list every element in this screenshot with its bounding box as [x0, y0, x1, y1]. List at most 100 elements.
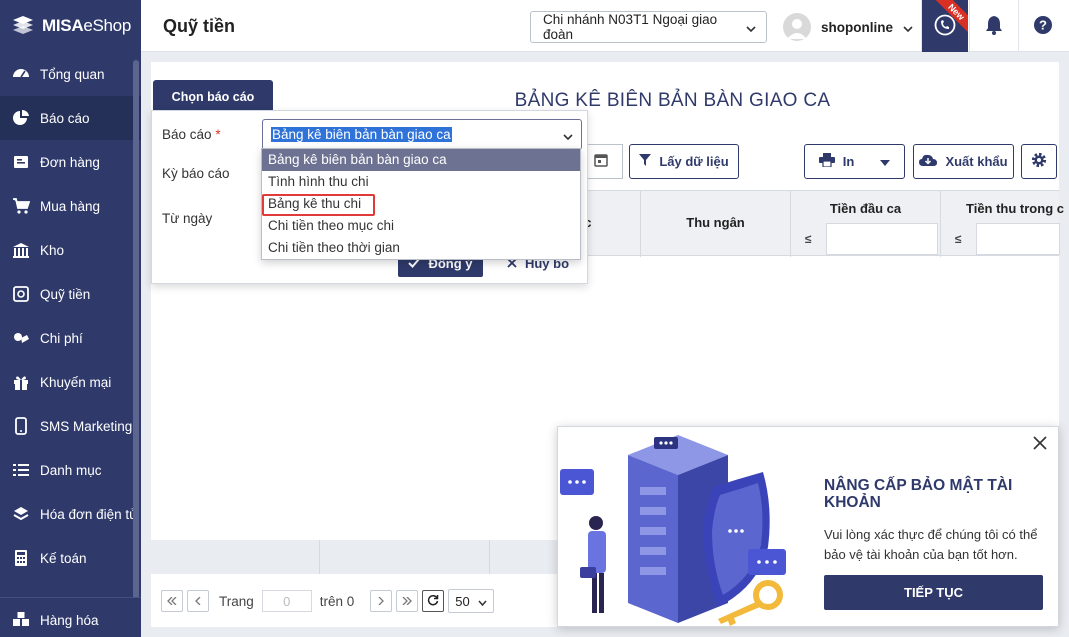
export-label: Xuất khẩu: [945, 154, 1008, 169]
sidebar-item-label: Tổng quan: [40, 66, 105, 82]
sidebar-item-danh-muc[interactable]: Danh mục: [0, 448, 141, 492]
column-collected[interactable]: Tiền thu trong c ≤: [940, 191, 1064, 257]
calculator-icon: [12, 549, 30, 567]
page-size-select[interactable]: 50: [448, 589, 495, 613]
refresh-icon: [427, 594, 439, 609]
chevron-down-icon: [746, 20, 756, 35]
sidebar-scrollbar[interactable]: [133, 60, 139, 600]
security-upgrade-popup: NÂNG CẤP BẢO MẬT TÀI KHOẢN Vui lòng xác …: [557, 426, 1059, 627]
sidebar-item-label: SMS Marketing: [40, 418, 133, 434]
invoice-icon: [12, 505, 30, 523]
sidebar-item-kho[interactable]: Kho: [0, 228, 141, 272]
sidebar-item-hang-hoa[interactable]: Hàng hóa: [0, 598, 141, 637]
page-input[interactable]: 0: [261, 590, 312, 612]
next-page-button[interactable]: [370, 590, 393, 612]
branch-select[interactable]: Chi nhánh N03T1 Ngoại giao đoàn: [530, 11, 767, 43]
sidebar-item-khuyen-mai[interactable]: Khuyến mại: [0, 360, 141, 404]
column-label: Tiền thu trong c: [966, 201, 1064, 216]
filter-input[interactable]: [976, 223, 1060, 255]
filter-operator[interactable]: ≤: [791, 223, 825, 255]
sidebar-nav: Tổng quan Báo cáo Đơn hàng Mua hàng Kho Quỹ t…: [0, 52, 141, 592]
divider: [969, 0, 970, 52]
fetch-data-label: Lấy dữ liệu: [659, 154, 729, 169]
double-chevron-left-icon: [167, 594, 177, 608]
divider: [1018, 0, 1019, 52]
pie-chart-icon: [12, 109, 30, 127]
fetch-data-button[interactable]: Lấy dữ liệu: [629, 144, 739, 179]
sidebar-item-mua-hang[interactable]: Mua hàng: [0, 184, 141, 228]
top-header: Quỹ tiền Chi nhánh N03T1 Ngoại giao đoàn…: [141, 0, 1069, 52]
report-select[interactable]: Bảng kê biên bản bàn giao ca: [262, 119, 582, 150]
svg-text:?: ?: [1039, 17, 1047, 32]
report-option[interactable]: Bảng kê biên bản bàn giao ca: [262, 149, 580, 171]
sidebar-item-label: Đơn hàng: [40, 154, 100, 170]
printer-icon: [818, 153, 835, 170]
chevron-right-icon: [378, 594, 385, 608]
sidebar-item-label: Danh mục: [40, 462, 102, 478]
filter-input[interactable]: [826, 223, 938, 255]
gift-icon: [12, 373, 30, 391]
avatar: [783, 13, 811, 41]
chevron-down-icon: [478, 594, 487, 609]
refresh-button[interactable]: [422, 590, 445, 612]
branch-value: Chi nhánh N03T1 Ngoại giao đoàn: [543, 12, 718, 42]
help-icon: ?: [1033, 15, 1053, 38]
export-button[interactable]: Xuất khẩu: [913, 144, 1014, 179]
popup-message: Vui lòng xác thực để chúng tôi có thể bả…: [824, 527, 1038, 562]
sidebar-item-don-hang[interactable]: Đơn hàng: [0, 140, 141, 184]
report-option[interactable]: Chi tiền theo thời gian: [262, 237, 580, 259]
report-title: BẢNG KÊ BIÊN BẢN BÀN GIAO CA: [514, 90, 831, 111]
sidebar-item-label: Quỹ tiền: [40, 286, 91, 302]
highlight-box: [262, 194, 375, 216]
sidebar-bottom: Hàng hóa: [0, 597, 141, 637]
filter-operator[interactable]: ≤: [941, 223, 975, 255]
chevron-left-icon: [195, 594, 201, 608]
app-name: MISAeShop: [42, 16, 131, 35]
divider: [319, 540, 320, 574]
notifications-button[interactable]: [971, 0, 1017, 52]
double-chevron-right-icon: [402, 594, 413, 608]
close-popup-button[interactable]: [1032, 435, 1050, 453]
close-icon: [1032, 436, 1048, 454]
last-page-button[interactable]: [396, 590, 419, 612]
security-illustration: [558, 427, 803, 626]
choose-report-tab[interactable]: Chọn báo cáo: [153, 80, 273, 114]
sidebar-item-ke-toan[interactable]: Kế toán: [0, 536, 141, 580]
help-button[interactable]: ?: [1020, 0, 1066, 52]
app-logo[interactable]: MISAeShop: [0, 0, 141, 52]
page-size-value: 50: [455, 593, 470, 609]
sidebar-item-quy-tien[interactable]: Quỹ tiền: [0, 272, 141, 316]
gear-icon: [1030, 151, 1048, 172]
print-button[interactable]: In: [804, 144, 905, 179]
report-option[interactable]: Tình hình thu chi: [262, 171, 580, 193]
chevron-down-icon: [903, 20, 913, 35]
sidebar-item-bao-cao[interactable]: Báo cáo: [0, 96, 141, 140]
report-select-value: Bảng kê biên bản bàn giao ca: [271, 127, 452, 142]
order-icon: [12, 153, 30, 171]
hotline-button[interactable]: New: [922, 0, 968, 52]
first-page-button[interactable]: [161, 590, 183, 612]
prev-page-button[interactable]: [187, 590, 209, 612]
phone-icon: [12, 417, 30, 435]
cart-icon: [12, 197, 30, 215]
sidebar-item-label: Hóa đơn điện tử: [40, 506, 139, 522]
continue-button[interactable]: TIẾP TỤC: [824, 575, 1043, 610]
settings-button[interactable]: [1021, 144, 1057, 179]
column-opening-cash[interactable]: Tiền đầu ca ≤: [790, 191, 940, 257]
sidebar-item-label: Hàng hóa: [40, 612, 99, 628]
sidebar-item-label: Kho: [40, 242, 65, 258]
safe-icon: [12, 285, 30, 303]
user-menu[interactable]: shoponline: [783, 12, 913, 42]
report-field-label: Báo cáo *: [162, 127, 221, 142]
divider: [489, 540, 490, 574]
column-cashier[interactable]: Thu ngân: [640, 191, 790, 257]
sidebar-item-chi-phi[interactable]: Chi phí: [0, 316, 141, 360]
bell-icon: [985, 15, 1003, 38]
sidebar-item-label: Mua hàng: [40, 198, 101, 214]
sidebar-item-hoa-don-dien-tu[interactable]: Hóa đơn điện tử: [0, 492, 141, 536]
total-pages-label: trên 0: [319, 593, 355, 609]
report-option[interactable]: Chi tiền theo mục chi: [262, 215, 580, 237]
page-label: Trang: [219, 593, 254, 609]
sidebar-item-sms-marketing[interactable]: SMS Marketing: [0, 404, 141, 448]
sidebar-item-tong-quan[interactable]: Tổng quan: [0, 52, 141, 96]
